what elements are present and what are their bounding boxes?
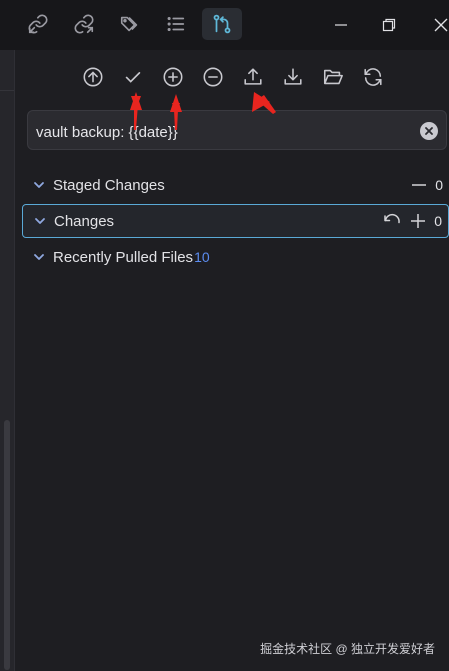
- tab-outgoing-links[interactable]: [64, 8, 104, 40]
- git-branch-icon: [213, 14, 231, 34]
- folder-open-icon: [323, 69, 343, 85]
- discard-all-button[interactable]: [382, 211, 402, 231]
- stage-all-button[interactable]: [158, 62, 188, 92]
- commit-button[interactable]: [118, 62, 148, 92]
- undo-icon: [384, 214, 400, 224]
- upload-icon: [244, 68, 262, 85]
- clear-icon: [425, 127, 433, 135]
- section-title: Recently Pulled Files: [53, 248, 194, 266]
- checkmark-icon: [125, 72, 141, 83]
- staged-count: 0: [435, 177, 443, 193]
- upload-button[interactable]: [238, 62, 268, 92]
- divider: [0, 90, 14, 91]
- minus-icon: [412, 184, 427, 186]
- unstage-all-button[interactable]: [198, 62, 228, 92]
- plus-icon: [411, 214, 426, 228]
- restore-button[interactable]: [376, 12, 402, 38]
- refresh-button[interactable]: [358, 62, 388, 92]
- changes-count: 0: [434, 213, 442, 229]
- close-icon: [434, 18, 448, 32]
- open-folder-button[interactable]: [318, 62, 348, 92]
- pull-button[interactable]: [278, 62, 308, 92]
- tab-source-control[interactable]: [202, 8, 242, 40]
- tab-tags[interactable]: [110, 8, 150, 40]
- section-title: Changes: [54, 212, 115, 230]
- section-title: Staged Changes: [53, 176, 165, 194]
- staged-changes-section[interactable]: Staged Changes 0: [22, 168, 449, 202]
- watermark: 掘金技术社区 @ 独立开发爱好者: [260, 642, 435, 656]
- restore-icon: [382, 18, 396, 32]
- minimize-icon: [335, 24, 347, 26]
- download-icon: [284, 68, 302, 85]
- list-icon: [167, 16, 185, 32]
- recently-pulled-section[interactable]: Recently Pulled Files 10: [22, 240, 449, 274]
- close-button[interactable]: [428, 12, 449, 38]
- chevron-down-icon: [34, 182, 44, 188]
- clear-button[interactable]: [420, 122, 438, 140]
- minimize-button[interactable]: [328, 12, 354, 38]
- tab-bar: [0, 0, 449, 50]
- refresh-icon: [364, 68, 382, 86]
- unstage-all-button[interactable]: [409, 175, 429, 195]
- link-in-icon: [28, 14, 48, 34]
- changes-section[interactable]: Changes 0: [22, 204, 449, 238]
- stage-all-changes-button[interactable]: [408, 211, 428, 231]
- minus-circle-icon: [203, 67, 223, 87]
- scrollbar[interactable]: [4, 420, 10, 670]
- commit-message-input[interactable]: [34, 120, 418, 144]
- link-out-icon: [74, 14, 94, 34]
- pulled-count: 10: [194, 249, 210, 265]
- tab-outline[interactable]: [156, 8, 196, 40]
- left-panel-edge: [0, 50, 15, 671]
- tags-icon: [120, 16, 138, 32]
- push-button[interactable]: [78, 62, 108, 92]
- tab-backlinks[interactable]: [18, 8, 58, 40]
- commit-message-box: [27, 110, 447, 150]
- chevron-down-icon: [34, 254, 44, 260]
- chevron-down-icon: [35, 218, 45, 224]
- git-toolbar: [78, 62, 388, 92]
- annotation-arrows: [130, 92, 276, 130]
- plus-circle-icon: [163, 67, 183, 87]
- push-circle-icon: [83, 67, 103, 87]
